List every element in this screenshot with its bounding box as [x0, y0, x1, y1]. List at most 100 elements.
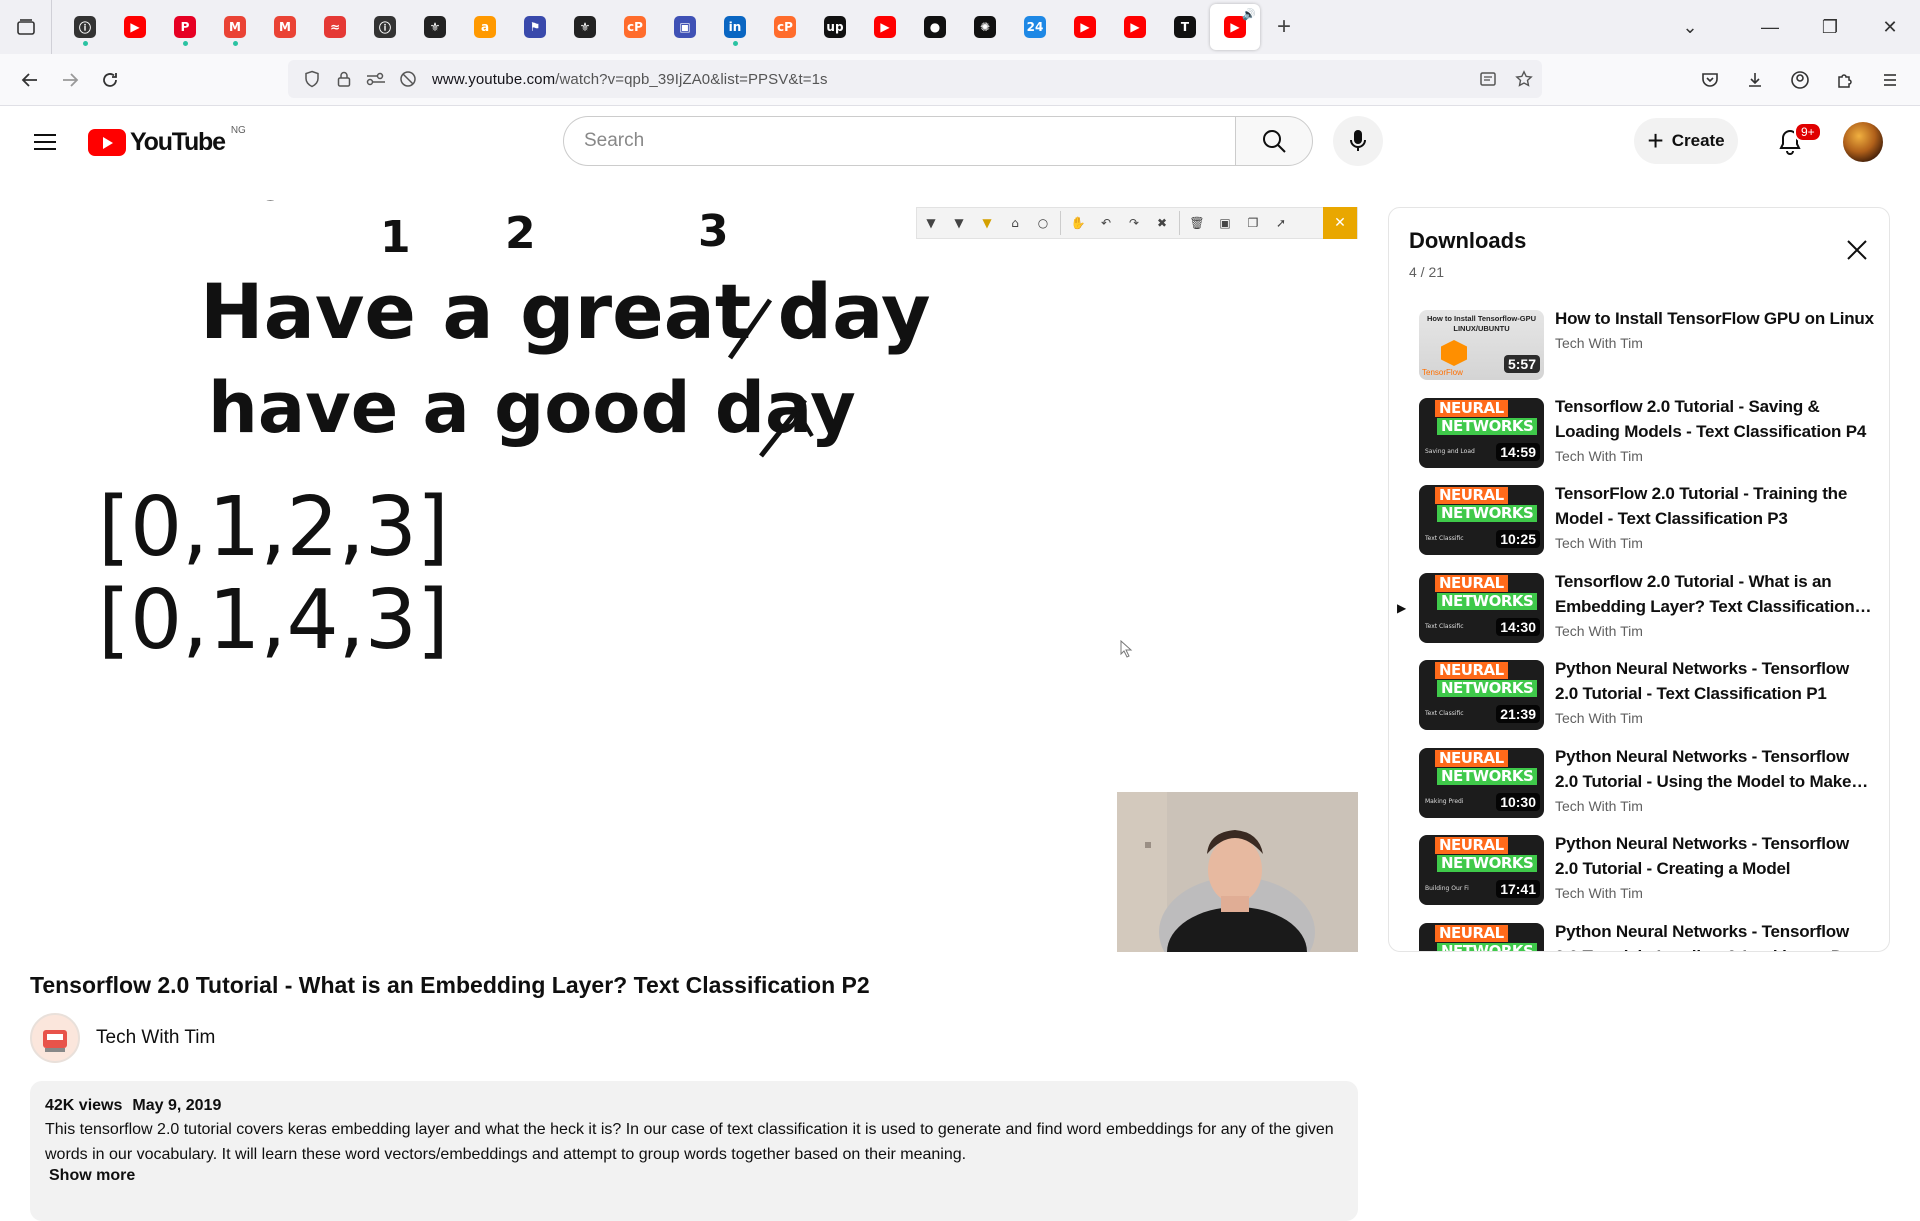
pinned-tab[interactable]: ● — [910, 0, 960, 54]
playlist-item[interactable]: NEURAL NETWORKS Saving and Load 14:59 Tensor… — [1389, 394, 1889, 482]
playlist-item-title[interactable]: Python Neural Networks - Tensorflow 2.0 … — [1555, 656, 1875, 706]
search-input[interactable]: Search — [563, 116, 1235, 166]
extensions-button[interactable] — [1822, 60, 1867, 100]
pan-tool-icon[interactable]: ✋ — [1064, 208, 1092, 238]
pinned-tab[interactable]: ▶ — [1060, 0, 1110, 54]
pinned-tab[interactable]: ▶ — [860, 0, 910, 54]
pinned-tab[interactable]: T — [1160, 0, 1210, 54]
tab-overflow-button[interactable]: ⌄ — [1660, 0, 1720, 54]
playlist-item-title[interactable]: Python Neural Networks - Tensorflow 2.0 … — [1555, 744, 1875, 794]
bookmark-star-icon[interactable] — [1506, 70, 1542, 88]
show-more-button[interactable]: Show more — [45, 1167, 1343, 1185]
pen-tool-icon[interactable]: ▼ — [917, 208, 945, 238]
permissions-icon[interactable] — [360, 70, 392, 88]
pinned-tab[interactable]: ▣ — [660, 0, 710, 54]
playlist-item-channel: Tech With Tim — [1555, 797, 1643, 814]
copy-icon[interactable]: ❐ — [1239, 208, 1267, 238]
back-button[interactable] — [10, 60, 50, 100]
playlist-item-title[interactable]: Python Neural Networks - Tensorflow 2.0 … — [1555, 919, 1875, 952]
hamburger-icon — [34, 134, 56, 150]
close-playlist-button[interactable] — [1837, 230, 1877, 270]
pinned-tab[interactable]: P — [160, 0, 210, 54]
playlist-item-text: How to Install TensorFlow GPU on Linux Te… — [1555, 306, 1875, 351]
autoplay-blocked-icon[interactable] — [392, 70, 424, 88]
playlist-item-title[interactable]: Tensorflow 2.0 Tutorial - Saving & Loadi… — [1555, 394, 1875, 444]
video-player[interactable]: 0 1 2 3 Have a great day have a good day… — [30, 200, 1358, 952]
eraser-tool-icon[interactable]: ⌂ — [1001, 208, 1029, 238]
create-button[interactable]: + Create — [1634, 118, 1738, 164]
webcam-overlay — [1117, 792, 1358, 952]
redo-icon[interactable]: ↷ — [1120, 208, 1148, 238]
close-window-button[interactable]: ✕ — [1860, 0, 1920, 54]
app-menu-button[interactable] — [1867, 60, 1912, 100]
new-tab-button[interactable]: + — [1264, 7, 1304, 47]
description-box[interactable]: 42K views May 9, 2019 This tensorflow 2.0… — [30, 1081, 1358, 1221]
pocket-icon — [1701, 73, 1718, 87]
pinned-tab[interactable]: ⚜ — [560, 0, 610, 54]
playlist-title[interactable]: Downloads — [1409, 228, 1526, 254]
pinned-tab[interactable]: ⚜ — [410, 0, 460, 54]
active-tab-youtube[interactable]: ▶ 🔊 — [1210, 4, 1260, 50]
pinned-tab[interactable]: cP — [610, 0, 660, 54]
reader-view-icon[interactable] — [1470, 70, 1506, 88]
list-all-tabs-button[interactable] — [0, 0, 52, 54]
playlist-item-title[interactable]: Python Neural Networks - Tensorflow 2.0 … — [1555, 831, 1875, 881]
create-label: Create — [1671, 131, 1725, 150]
pinned-tab[interactable]: cP — [760, 0, 810, 54]
shape-tool-icon[interactable]: ○ — [1029, 208, 1057, 238]
pinned-tab[interactable]: up — [810, 0, 860, 54]
plus-icon: + — [1276, 13, 1291, 40]
account-button[interactable] — [1777, 60, 1822, 100]
pinned-tab[interactable]: ⓘ — [60, 0, 110, 54]
trash-icon[interactable]: 🗑 — [1183, 208, 1211, 238]
address-bar[interactable]: www.youtube.com/watch?v=qpb_39IjZA0&list… — [288, 60, 1542, 98]
share-icon[interactable]: ➚ — [1267, 208, 1295, 238]
playlist-item[interactable]: NEURAL NETWORKS Text Classific 21:39 Python … — [1389, 656, 1889, 744]
minimize-button[interactable]: — — [1740, 0, 1800, 54]
playlist-item[interactable]: NEURAL NETWORKS Building Our Fi 17:41 Python… — [1389, 831, 1889, 919]
undo-icon[interactable]: ↶ — [1092, 208, 1120, 238]
pinned-tab[interactable]: ⓘ — [360, 0, 410, 54]
voice-search-button[interactable] — [1333, 116, 1383, 166]
channel-name[interactable]: Tech With Tim — [96, 1027, 215, 1049]
forward-button[interactable] — [50, 60, 90, 100]
tracking-protection-icon[interactable] — [296, 70, 328, 88]
reload-button[interactable] — [90, 60, 130, 100]
user-avatar[interactable] — [1843, 122, 1883, 162]
restore-button[interactable]: ❐ — [1800, 0, 1860, 54]
close-toolbar-button[interactable]: ✕ — [1323, 207, 1357, 239]
playlist-item-text: Tensorflow 2.0 Tutorial - What is an Emb… — [1555, 569, 1875, 639]
playlist-item[interactable]: How to Install Tensorflow-GPU LINUX/UBUN… — [1389, 306, 1889, 394]
playlist-item[interactable]: ▶ NEURAL NETWORKS Text Classific 14:30 Tensor… — [1389, 568, 1889, 656]
pocket-button[interactable] — [1687, 60, 1732, 100]
pinned-tab[interactable]: ▶ — [110, 0, 160, 54]
pinned-tab[interactable]: in — [710, 0, 760, 54]
highlighter-tool-icon[interactable]: ▼ — [973, 208, 1001, 238]
thumbnail-banner: NEURAL — [1435, 662, 1508, 679]
pinned-tab[interactable]: a — [460, 0, 510, 54]
guide-menu-button[interactable] — [25, 122, 65, 162]
pinned-tab[interactable]: M — [210, 0, 260, 54]
playlist-item[interactable]: NEURAL NETWORKS Making Predi 10:30 Python Ne… — [1389, 744, 1889, 832]
downloads-button[interactable] — [1732, 60, 1777, 100]
pinned-tab[interactable]: ▶ — [1110, 0, 1160, 54]
pinned-tab[interactable]: M — [260, 0, 310, 54]
lock-icon[interactable] — [328, 70, 360, 88]
save-icon[interactable]: ▣ — [1211, 208, 1239, 238]
pinned-tab[interactable]: ✺ — [960, 0, 1010, 54]
thumbnail-brand: TensorFlow — [1422, 368, 1463, 377]
clear-icon[interactable]: ✖ — [1148, 208, 1176, 238]
playlist-item-title[interactable]: How to Install TensorFlow GPU on Linux — [1555, 306, 1875, 331]
pen-tool-icon[interactable]: ▼ — [945, 208, 973, 238]
youtube-logo[interactable]: YouTube NG — [88, 125, 246, 157]
search-button[interactable] — [1235, 116, 1313, 166]
pinned-tab[interactable]: ≈ — [310, 0, 360, 54]
playlist-item-title[interactable]: Tensorflow 2.0 Tutorial - What is an Emb… — [1555, 569, 1875, 619]
puzzle-icon — [1837, 74, 1852, 88]
playlist-item-title[interactable]: TensorFlow 2.0 Tutorial - Training the M… — [1555, 481, 1875, 531]
channel-avatar[interactable] — [30, 1013, 80, 1063]
playlist-item[interactable]: NEURAL NETWORKS Text Classific 10:25 TensorF… — [1389, 481, 1889, 569]
pinned-tab[interactable]: 24 — [1010, 0, 1060, 54]
playlist-item[interactable]: NEURAL NETWORKS Python Neural Networks - T… — [1389, 919, 1889, 952]
pinned-tab[interactable]: ⚑ — [510, 0, 560, 54]
